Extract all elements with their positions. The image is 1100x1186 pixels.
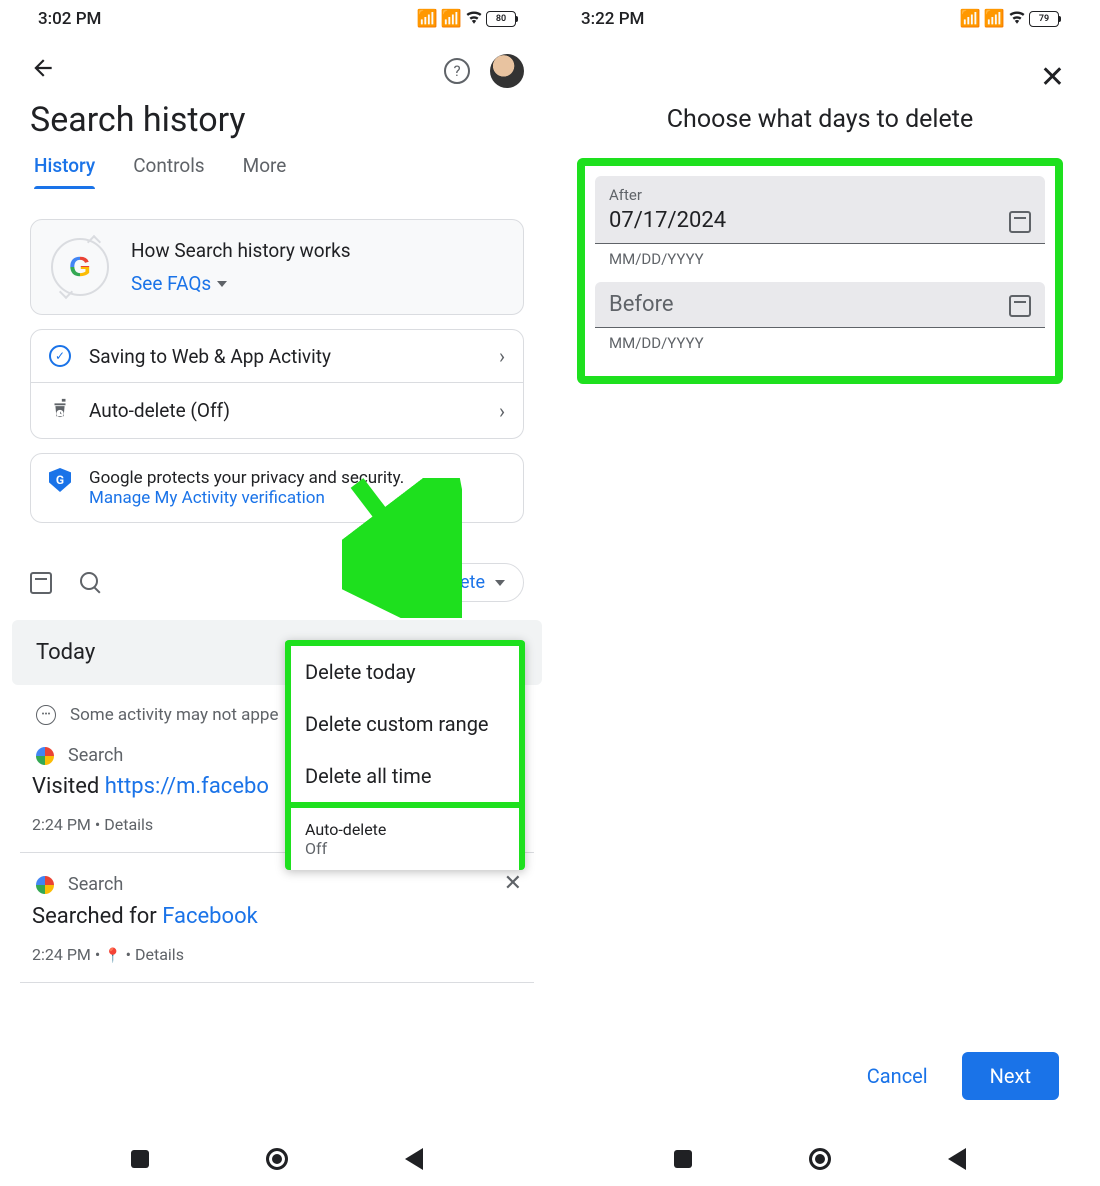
nav-recents-icon[interactable] [674, 1150, 692, 1168]
dialog-title: Choose what days to delete [555, 101, 1085, 158]
autodelete-icon [49, 397, 71, 424]
after-value: 07/17/2024 [609, 208, 726, 233]
status-icons: 📶 📶 79 [960, 9, 1059, 29]
dialog-actions: Cancel Next [857, 1052, 1059, 1100]
divider [20, 982, 534, 983]
before-label: Before [609, 292, 674, 317]
before-date-field[interactable]: Before [595, 282, 1045, 328]
before-hint: MM/DD/YYYY [595, 328, 1045, 352]
privacy-card[interactable]: G Google protects your privacy and secur… [30, 453, 524, 523]
cancel-button[interactable]: Cancel [857, 1054, 938, 1098]
battery-icon: 80 [486, 11, 516, 27]
calendar-icon[interactable] [1009, 211, 1031, 233]
date-range-panel: After 07/17/2024 MM/DD/YYYY Before MM/DD… [577, 158, 1063, 384]
activity-item[interactable]: Searched for Facebook [12, 896, 542, 929]
status-time: 3:22 PM [581, 9, 644, 29]
shield-icon: G [49, 468, 71, 492]
search-icon[interactable] [80, 572, 98, 590]
setting-saving-label: Saving to Web & App Activity [89, 345, 331, 368]
chevron-right-icon: › [499, 344, 505, 368]
caret-down-icon [217, 281, 227, 287]
calendar-icon[interactable] [1009, 295, 1031, 317]
signal-icon: 📶 [960, 9, 981, 29]
help-icon[interactable]: ? [444, 58, 470, 84]
back-arrow-icon[interactable] [30, 55, 56, 88]
after-date-block: After 07/17/2024 MM/DD/YYYY [595, 176, 1045, 268]
signal-icon: 📶 [417, 9, 438, 29]
activity-tag: Search [12, 854, 147, 895]
see-faqs-link[interactable]: See FAQs [131, 272, 351, 295]
wifi-icon [465, 9, 483, 29]
settings-group: ✓ Saving to Web & App Activity › Auto-de… [30, 329, 524, 439]
status-bar: 3:22 PM 📶 📶 79 [555, 0, 1085, 38]
info-title: How Search history works [131, 239, 351, 262]
close-icon[interactable]: ✕ [1040, 60, 1065, 95]
signal-icon: 📶 [441, 9, 462, 29]
tab-history[interactable]: History [34, 154, 95, 189]
google-icon [36, 876, 54, 894]
next-button[interactable]: Next [962, 1052, 1059, 1100]
status-bar: 3:02 PM 📶 📶 80 [12, 0, 542, 38]
phone-right: 3:22 PM 📶 📶 79 ✕ Choose what days to del… [555, 0, 1085, 1186]
menu-delete-custom[interactable]: Delete custom range [291, 698, 519, 750]
status-time: 3:02 PM [38, 9, 101, 29]
avatar[interactable] [490, 54, 524, 88]
google-icon [36, 747, 54, 765]
after-label: After [609, 186, 726, 204]
tab-controls[interactable]: Controls [133, 154, 204, 189]
tabs: History Controls More [12, 154, 542, 189]
phone-left: 3:02 PM 📶 📶 80 ? Search history History … [12, 0, 542, 1186]
activity-meta[interactable]: 2:24 PM • 📍 • Details [12, 929, 542, 982]
remove-item-icon[interactable]: ✕ [504, 871, 522, 896]
before-date-block: Before MM/DD/YYYY [595, 282, 1045, 352]
check-circle-icon: ✓ [49, 345, 71, 367]
privacy-text: Google protects your privacy and securit… [89, 468, 404, 488]
battery-icon: 79 [1029, 11, 1059, 27]
refresh-g-icon: G [51, 238, 109, 296]
delete-button[interactable]: Delete [415, 563, 524, 602]
menu-delete-all[interactable]: Delete all time [291, 750, 519, 802]
nav-bar [12, 1148, 542, 1170]
setting-saving[interactable]: ✓ Saving to Web & App Activity › [31, 330, 523, 382]
info-card[interactable]: G How Search history works See FAQs [30, 219, 524, 315]
manage-verification-link[interactable]: Manage My Activity verification [89, 488, 325, 508]
after-date-field[interactable]: After 07/17/2024 [595, 176, 1045, 244]
ellipsis-icon: ••• [36, 705, 56, 725]
nav-back-icon[interactable] [405, 1148, 423, 1170]
signal-icon: 📶 [984, 9, 1005, 29]
nav-recents-icon[interactable] [131, 1150, 149, 1168]
app-header: ? [12, 38, 542, 96]
location-pin-icon: 📍 [104, 948, 121, 964]
menu-delete-today[interactable]: Delete today [291, 646, 519, 698]
status-icons: 📶 📶 80 [417, 9, 516, 29]
calendar-icon[interactable] [30, 572, 52, 594]
chevron-right-icon: › [499, 399, 505, 423]
delete-menu: Delete today Delete custom range Delete … [285, 640, 525, 870]
caret-down-icon [495, 580, 505, 586]
wifi-icon [1008, 9, 1026, 29]
tab-more[interactable]: More [243, 154, 287, 189]
nav-home-icon[interactable] [266, 1148, 288, 1170]
setting-autodelete-label: Auto-delete (Off) [89, 399, 230, 422]
menu-auto-delete[interactable]: Auto-delete Off [291, 802, 519, 870]
dialog-header: ✕ [555, 38, 1085, 101]
nav-back-icon[interactable] [948, 1148, 966, 1170]
after-hint: MM/DD/YYYY [595, 244, 1045, 268]
page-title: Search history [12, 96, 542, 154]
history-toolbar: Delete [30, 563, 524, 602]
nav-bar [555, 1148, 1085, 1170]
setting-autodelete[interactable]: Auto-delete (Off) › [31, 382, 523, 438]
nav-home-icon[interactable] [809, 1148, 831, 1170]
